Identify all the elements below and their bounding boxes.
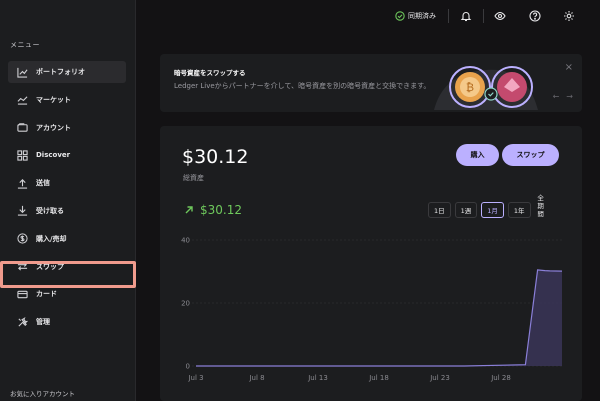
- banner-description: Ledger Liveからパートナーを介して、暗号資産を別の暗号資産と交換できま…: [174, 82, 431, 90]
- sidebar-item-label: 受け取る: [36, 206, 64, 215]
- sidebar-nav: ポートフォリオ マーケット アカウント Discover 送信 受け取る 購入/…: [0, 61, 136, 339]
- topbar-divider: [448, 9, 449, 23]
- sidebar-item-label: Discover: [36, 151, 71, 160]
- y-tick-label: 20: [181, 300, 190, 308]
- swap-button[interactable]: スワップ: [502, 144, 559, 166]
- dollar-circle-icon: [16, 233, 28, 245]
- sidebar-item-accounts[interactable]: アカウント: [8, 117, 126, 139]
- range-1m-button[interactable]: 1月: [481, 201, 504, 218]
- x-tick-label: Jul 28: [490, 374, 511, 382]
- arrow-down-icon: [16, 205, 28, 217]
- arrow-up-icon: [16, 177, 28, 189]
- range-1w-button[interactable]: 1週: [454, 201, 478, 218]
- y-tick-label: 40: [181, 237, 190, 245]
- svg-text:₿: ₿: [466, 81, 474, 94]
- sidebar-item-buy-sell[interactable]: 購入/売却: [8, 228, 126, 250]
- card-icon: [16, 288, 28, 300]
- x-tick-label: Jul 23: [429, 374, 450, 382]
- sidebar-item-label: カード: [36, 290, 57, 299]
- sidebar-item-portfolio[interactable]: ポートフォリオ: [8, 61, 126, 83]
- wallet-icon: [16, 122, 28, 134]
- chart-line-icon: [16, 66, 28, 78]
- range-all-char: 期: [537, 202, 544, 210]
- time-range-selector: 1日 1週 1月 1年 全期間: [428, 194, 547, 218]
- sidebar-item-discover[interactable]: Discover: [8, 144, 126, 166]
- sidebar-item-send[interactable]: 送信: [8, 172, 126, 194]
- area-fill: [196, 269, 562, 366]
- banner-pager: ← →: [553, 92, 573, 101]
- sync-status[interactable]: 同期済み: [395, 11, 436, 21]
- menu-label: メニュー: [10, 41, 40, 49]
- favorites-label: お気に入りアカウント: [10, 390, 75, 398]
- help-icon[interactable]: [529, 10, 541, 22]
- sidebar-item-card[interactable]: カード: [8, 283, 126, 305]
- portfolio-chart: 0 20 40 Jul 3 Jul 8 Jul 13 Jul 18 Jul 23 Jul 28: [181, 237, 563, 382]
- sidebar-item-swap[interactable]: スワップ: [8, 256, 126, 278]
- sidebar-item-label: アカウント: [36, 123, 71, 132]
- check-circle-icon: [395, 11, 405, 21]
- sidebar: メニュー ポートフォリオ マーケット アカウント Discover 送信 受け取…: [0, 0, 136, 401]
- x-tick-label: Jul 13: [307, 374, 328, 382]
- range-1y-button[interactable]: 1年: [507, 201, 531, 218]
- x-tick-label: Jul 18: [368, 374, 389, 382]
- balance-change-value: $30.12: [200, 203, 242, 217]
- sidebar-item-label: マーケット: [36, 95, 71, 104]
- swap-banner[interactable]: 暗号資産をスワップする Ledger Liveからパートナーを介して、暗号資産を…: [160, 54, 582, 112]
- sidebar-item-label: 管理: [36, 318, 50, 327]
- sidebar-item-label: 送信: [36, 179, 50, 188]
- gear-icon[interactable]: [563, 10, 575, 22]
- range-all-char: 全: [537, 194, 544, 202]
- range-all-char: 間: [537, 210, 544, 218]
- total-balance-label: 総資産: [183, 174, 204, 182]
- balance-change: $30.12: [184, 203, 242, 217]
- arrow-right-icon[interactable]: →: [566, 92, 573, 101]
- x-tick-label: Jul 8: [248, 374, 264, 382]
- sidebar-item-label: 購入/売却: [36, 234, 67, 243]
- buy-button[interactable]: 購入: [456, 144, 499, 166]
- banner-title: 暗号資産をスワップする: [174, 69, 246, 77]
- topbar: 同期済み: [136, 0, 600, 34]
- sidebar-item-receive[interactable]: 受け取る: [8, 200, 126, 222]
- arrow-left-icon[interactable]: ←: [553, 92, 560, 101]
- topbar-divider: [483, 9, 484, 23]
- series-line: [196, 269, 563, 367]
- arrow-up-right-icon: [185, 206, 193, 214]
- market-icon: [16, 94, 28, 106]
- sidebar-item-label: スワップ: [36, 262, 64, 271]
- swap-icon: [16, 261, 28, 273]
- grid-icon: [16, 149, 28, 161]
- total-balance: $30.12: [182, 146, 249, 168]
- tools-icon: [16, 316, 28, 328]
- sync-label: 同期済み: [408, 12, 436, 20]
- sidebar-item-market[interactable]: マーケット: [8, 89, 126, 111]
- bell-icon[interactable]: [460, 10, 472, 22]
- swap-coins-illustration: ₿: [434, 66, 538, 110]
- banner-close-icon[interactable]: ×: [565, 62, 573, 73]
- eye-icon[interactable]: [494, 10, 506, 22]
- range-all-button[interactable]: 全期間: [535, 194, 547, 218]
- range-1d-button[interactable]: 1日: [428, 201, 451, 218]
- sidebar-item-label: ポートフォリオ: [36, 68, 85, 76]
- x-tick-label: Jul 3: [187, 374, 203, 382]
- y-tick-label: 0: [186, 363, 190, 371]
- sidebar-item-manager[interactable]: 管理: [8, 311, 126, 333]
